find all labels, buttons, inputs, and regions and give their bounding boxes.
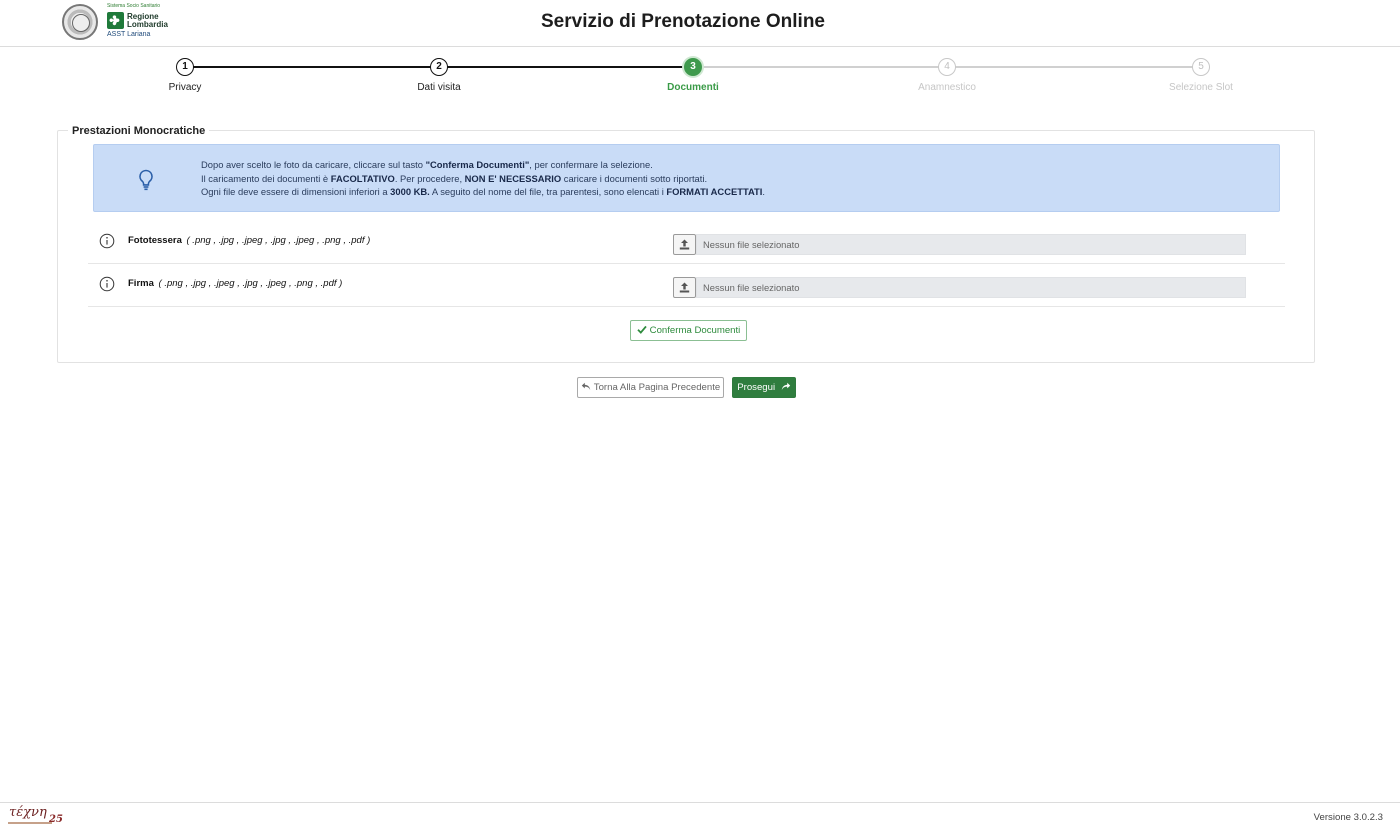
page: Sistema Socio Sanitario Regione Lombardi…	[0, 0, 1400, 829]
document-formats: ( .png , .jpg , .jpeg , .jpg , .jpeg , .…	[158, 278, 343, 289]
step-label: Selezione Slot	[1169, 82, 1233, 93]
step-number: 1	[176, 58, 194, 76]
step-number: 4	[938, 58, 956, 76]
step-privacy: 1 Privacy	[105, 58, 265, 93]
techne-logo: τέχνη 25	[8, 805, 68, 829]
step-number: 2	[430, 58, 448, 76]
step-anamnestico: 4 Anamnestico	[867, 58, 1027, 93]
confirm-documents-button[interactable]: Conferma Documenti	[630, 320, 747, 341]
step-label: Documenti	[667, 82, 719, 93]
info-text: Dopo aver scelto le foto da caricare, cl…	[201, 158, 765, 199]
info-circle-icon[interactable]	[99, 276, 115, 292]
next-label: Prosegui	[737, 382, 776, 393]
info-line-2: Il caricamento dei documenti è FACOLTATI…	[201, 172, 708, 184]
footer-logo-underline	[8, 822, 52, 826]
document-label: Fototessera ( .png , .jpg , .jpeg , .jpg…	[128, 235, 370, 246]
file-field[interactable]: Nessun file selezionato	[696, 234, 1246, 255]
lightbulb-icon	[139, 169, 153, 191]
step-documenti: 3 Documenti	[613, 58, 773, 93]
step-label: Dati visita	[417, 82, 461, 93]
info-line-1: Dopo aver scelto le foto da caricare, cl…	[201, 159, 653, 170]
logo-small-text: Sistema Socio Sanitario	[107, 3, 161, 9]
file-field[interactable]: Nessun file selezionato	[696, 277, 1246, 298]
page-title: Servizio di Prenotazione Online	[541, 11, 825, 32]
step-number: 5	[1192, 58, 1210, 76]
step-label: Privacy	[168, 82, 202, 93]
document-formats: ( .png , .jpg , .jpeg , .jpg , .jpeg , .…	[186, 235, 371, 246]
back-label: Torna Alla Pagina Precedente	[593, 382, 721, 393]
panel-legend: Prestazioni Monocratiche	[68, 125, 210, 137]
confirm-label: Conferma Documenti	[649, 325, 741, 336]
step-number: 3	[684, 58, 702, 76]
version-label: Versione 3.0.2.3	[1313, 812, 1383, 823]
upload-icon	[679, 239, 690, 250]
back-button[interactable]: Torna Alla Pagina Precedente	[577, 377, 724, 398]
document-row-firma: Firma ( .png , .jpg , .jpeg , .jpg , .jp…	[88, 263, 1285, 307]
upload-icon	[679, 282, 690, 293]
footer-logo-number: 25	[49, 814, 63, 825]
header: Sistema Socio Sanitario Regione Lombardi…	[0, 0, 1400, 47]
info-line-3: Ogni file deve essere di dimensioni infe…	[201, 186, 765, 197]
document-name: Firma	[128, 278, 154, 289]
next-button[interactable]: Prosegui	[732, 377, 796, 398]
check-icon	[637, 325, 647, 334]
info-circle-icon[interactable]	[99, 233, 115, 249]
stepper: 1 Privacy 2 Dati visita 3 Documenti 4 An…	[0, 48, 1400, 108]
document-label: Firma ( .png , .jpg , .jpeg , .jpg , .jp…	[128, 278, 342, 289]
footer-logo-text: τέχνη	[9, 805, 47, 820]
footer: τέχνη 25 Versione 3.0.2.3	[0, 802, 1400, 829]
upload-button[interactable]	[673, 234, 696, 255]
step-dati-visita: 2 Dati visita	[359, 58, 519, 93]
document-name: Fototessera	[128, 235, 182, 246]
upload-button[interactable]	[673, 277, 696, 298]
step-selezione-slot: 5 Selezione Slot	[1121, 58, 1281, 93]
step-label: Anamnestico	[918, 82, 976, 93]
share-arrow-icon	[781, 382, 790, 390]
reply-arrow-icon	[581, 382, 590, 390]
info-box: Dopo aver scelto le foto da caricare, cl…	[93, 144, 1280, 212]
document-row-fototessera: Fototessera ( .png , .jpg , .jpeg , .jpg…	[88, 220, 1285, 264]
